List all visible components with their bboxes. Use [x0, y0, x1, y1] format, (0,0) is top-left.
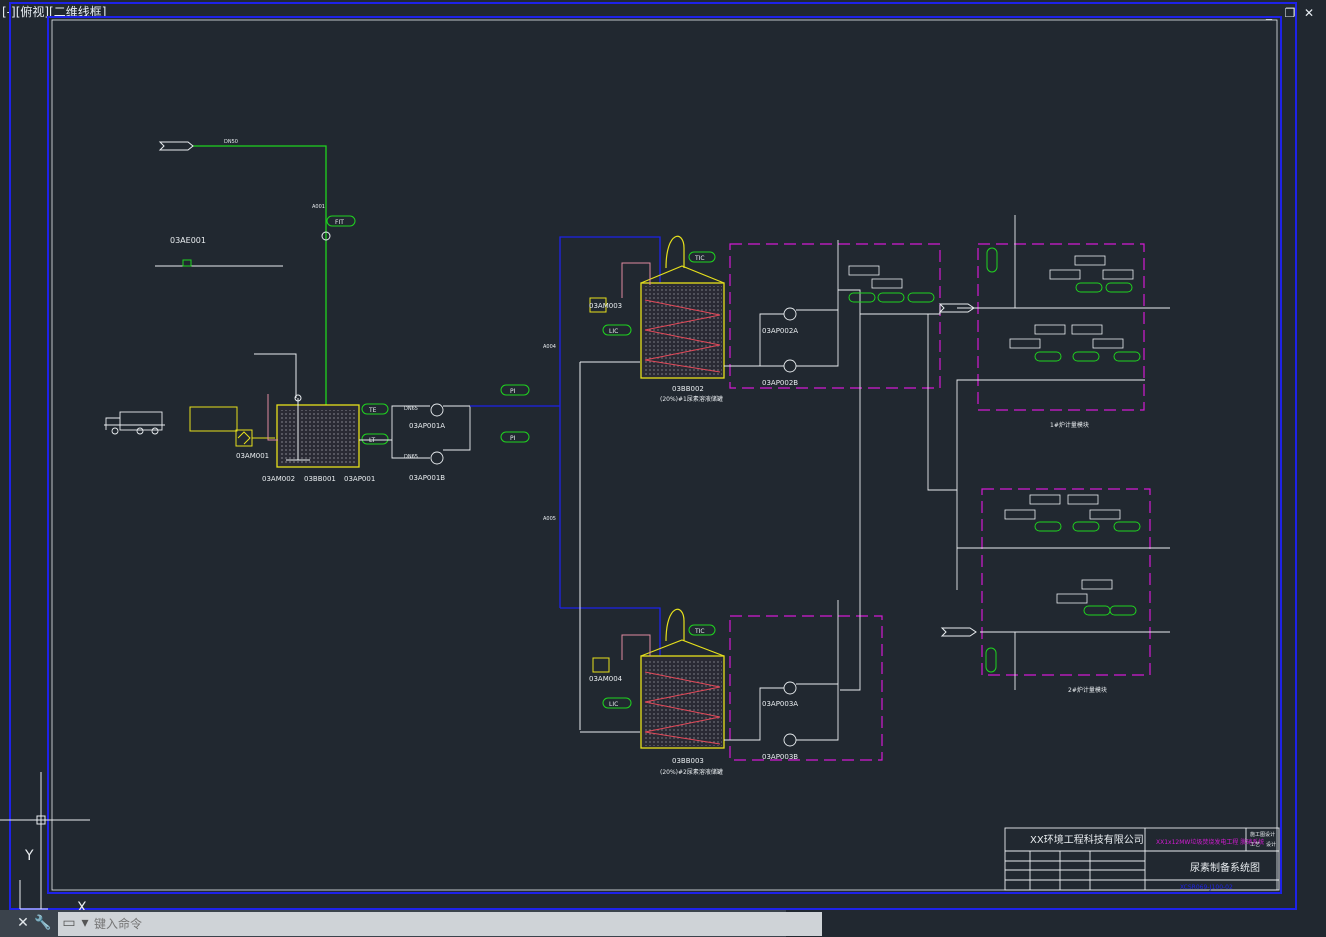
drawing-number: XCSR069-J100-02 [1180, 884, 1233, 891]
wrench-icon[interactable]: 🔧 [34, 913, 52, 933]
discipline-b: 设计 [1266, 841, 1276, 848]
project-name: XX1x12MW垃圾焚烧发电工程 脱硝系统 [1156, 838, 1264, 846]
ap003b-label: 03AP003B [762, 753, 798, 761]
ap003a-label: 03AP003A [762, 700, 798, 708]
fit-vertical-1-tag [986, 247, 998, 273]
fit-steam-label: FIT [335, 219, 344, 226]
fit-vertical-2-tag [985, 647, 997, 673]
lic-tank1-label: LIC [609, 328, 618, 335]
module1-label: 1#炉计量模块 [1050, 421, 1089, 429]
ap001b-label: 03AP001B [409, 474, 445, 482]
a004-label: A004 [543, 344, 556, 350]
ae001-label: 03AE001 [170, 236, 206, 245]
cad-drawing-canvas[interactable]: DN50 A001 FIT 03AE001 03AM001 03AM002 03… [0, 0, 1326, 937]
module2-label: 2#炉计量模块 [1068, 686, 1107, 694]
truck-icon [104, 411, 165, 435]
am004-label: 03AM004 [589, 675, 623, 683]
inner-frame [47, 16, 1282, 894]
bb002-note: (20%)#1尿素溶液储罐 [660, 395, 723, 403]
pi-002-label: PI [510, 435, 516, 442]
discipline-a: 工艺 [1250, 842, 1260, 848]
storage-tank-2 [640, 608, 725, 749]
close-command-icon[interactable]: ✕ [14, 913, 32, 933]
bb001-label: 03BB001 [304, 475, 336, 483]
am003-label: 03AM003 [589, 302, 622, 310]
tic-tank2-label: TIC [694, 628, 705, 635]
lt-tag-label: LT [369, 437, 376, 444]
lic-tank2-label: LIC [609, 701, 618, 708]
storage-tank-1 [640, 235, 725, 379]
outer-frame [9, 2, 1297, 910]
pi-001-label: PI [510, 388, 516, 395]
company-name: XX环境工程科技有限公司 [1030, 833, 1144, 846]
drawing-title: 尿素制备系统图 [1190, 861, 1260, 874]
dropdown-icon[interactable]: ▾ [76, 913, 94, 933]
steam-a001-label: A001 [312, 204, 325, 210]
dn65-a-label: DN65 [404, 406, 418, 412]
steam-inlet-2-arrow [940, 627, 977, 637]
command-input[interactable] [58, 912, 822, 936]
ap002b-label: 03AP002B [762, 379, 798, 387]
a005-label: A005 [543, 516, 556, 522]
bb003-note: (20%)#2尿素溶液储罐 [660, 768, 723, 776]
distribution-piping [724, 215, 1170, 747]
am002-label: 03AM002 [262, 475, 295, 483]
ap001a-label: 03AP001A [409, 422, 445, 430]
dn65-b-label: DN65 [404, 454, 418, 460]
steam-inlet-arrow [158, 141, 194, 151]
steam-dn-label: DN50 [224, 139, 238, 145]
design-stage: 施工图设计 [1250, 831, 1275, 838]
tic-tank1-label: TIC [694, 255, 705, 262]
ap001-label: 03AP001 [344, 475, 375, 483]
am004-box [592, 657, 610, 673]
bb002-label: 03BB002 [672, 385, 704, 393]
am001-label: 03AM001 [236, 452, 269, 460]
bb003-label: 03BB003 [672, 757, 704, 765]
ap002a-label: 03AP002A [762, 327, 798, 335]
hopper-box [189, 406, 238, 432]
ucs-y-label: Y [24, 848, 34, 864]
ucs-icon [0, 772, 90, 910]
te-tag-label: TE [368, 407, 377, 414]
steam-line [192, 145, 327, 410]
module1-instruments [848, 282, 1141, 616]
